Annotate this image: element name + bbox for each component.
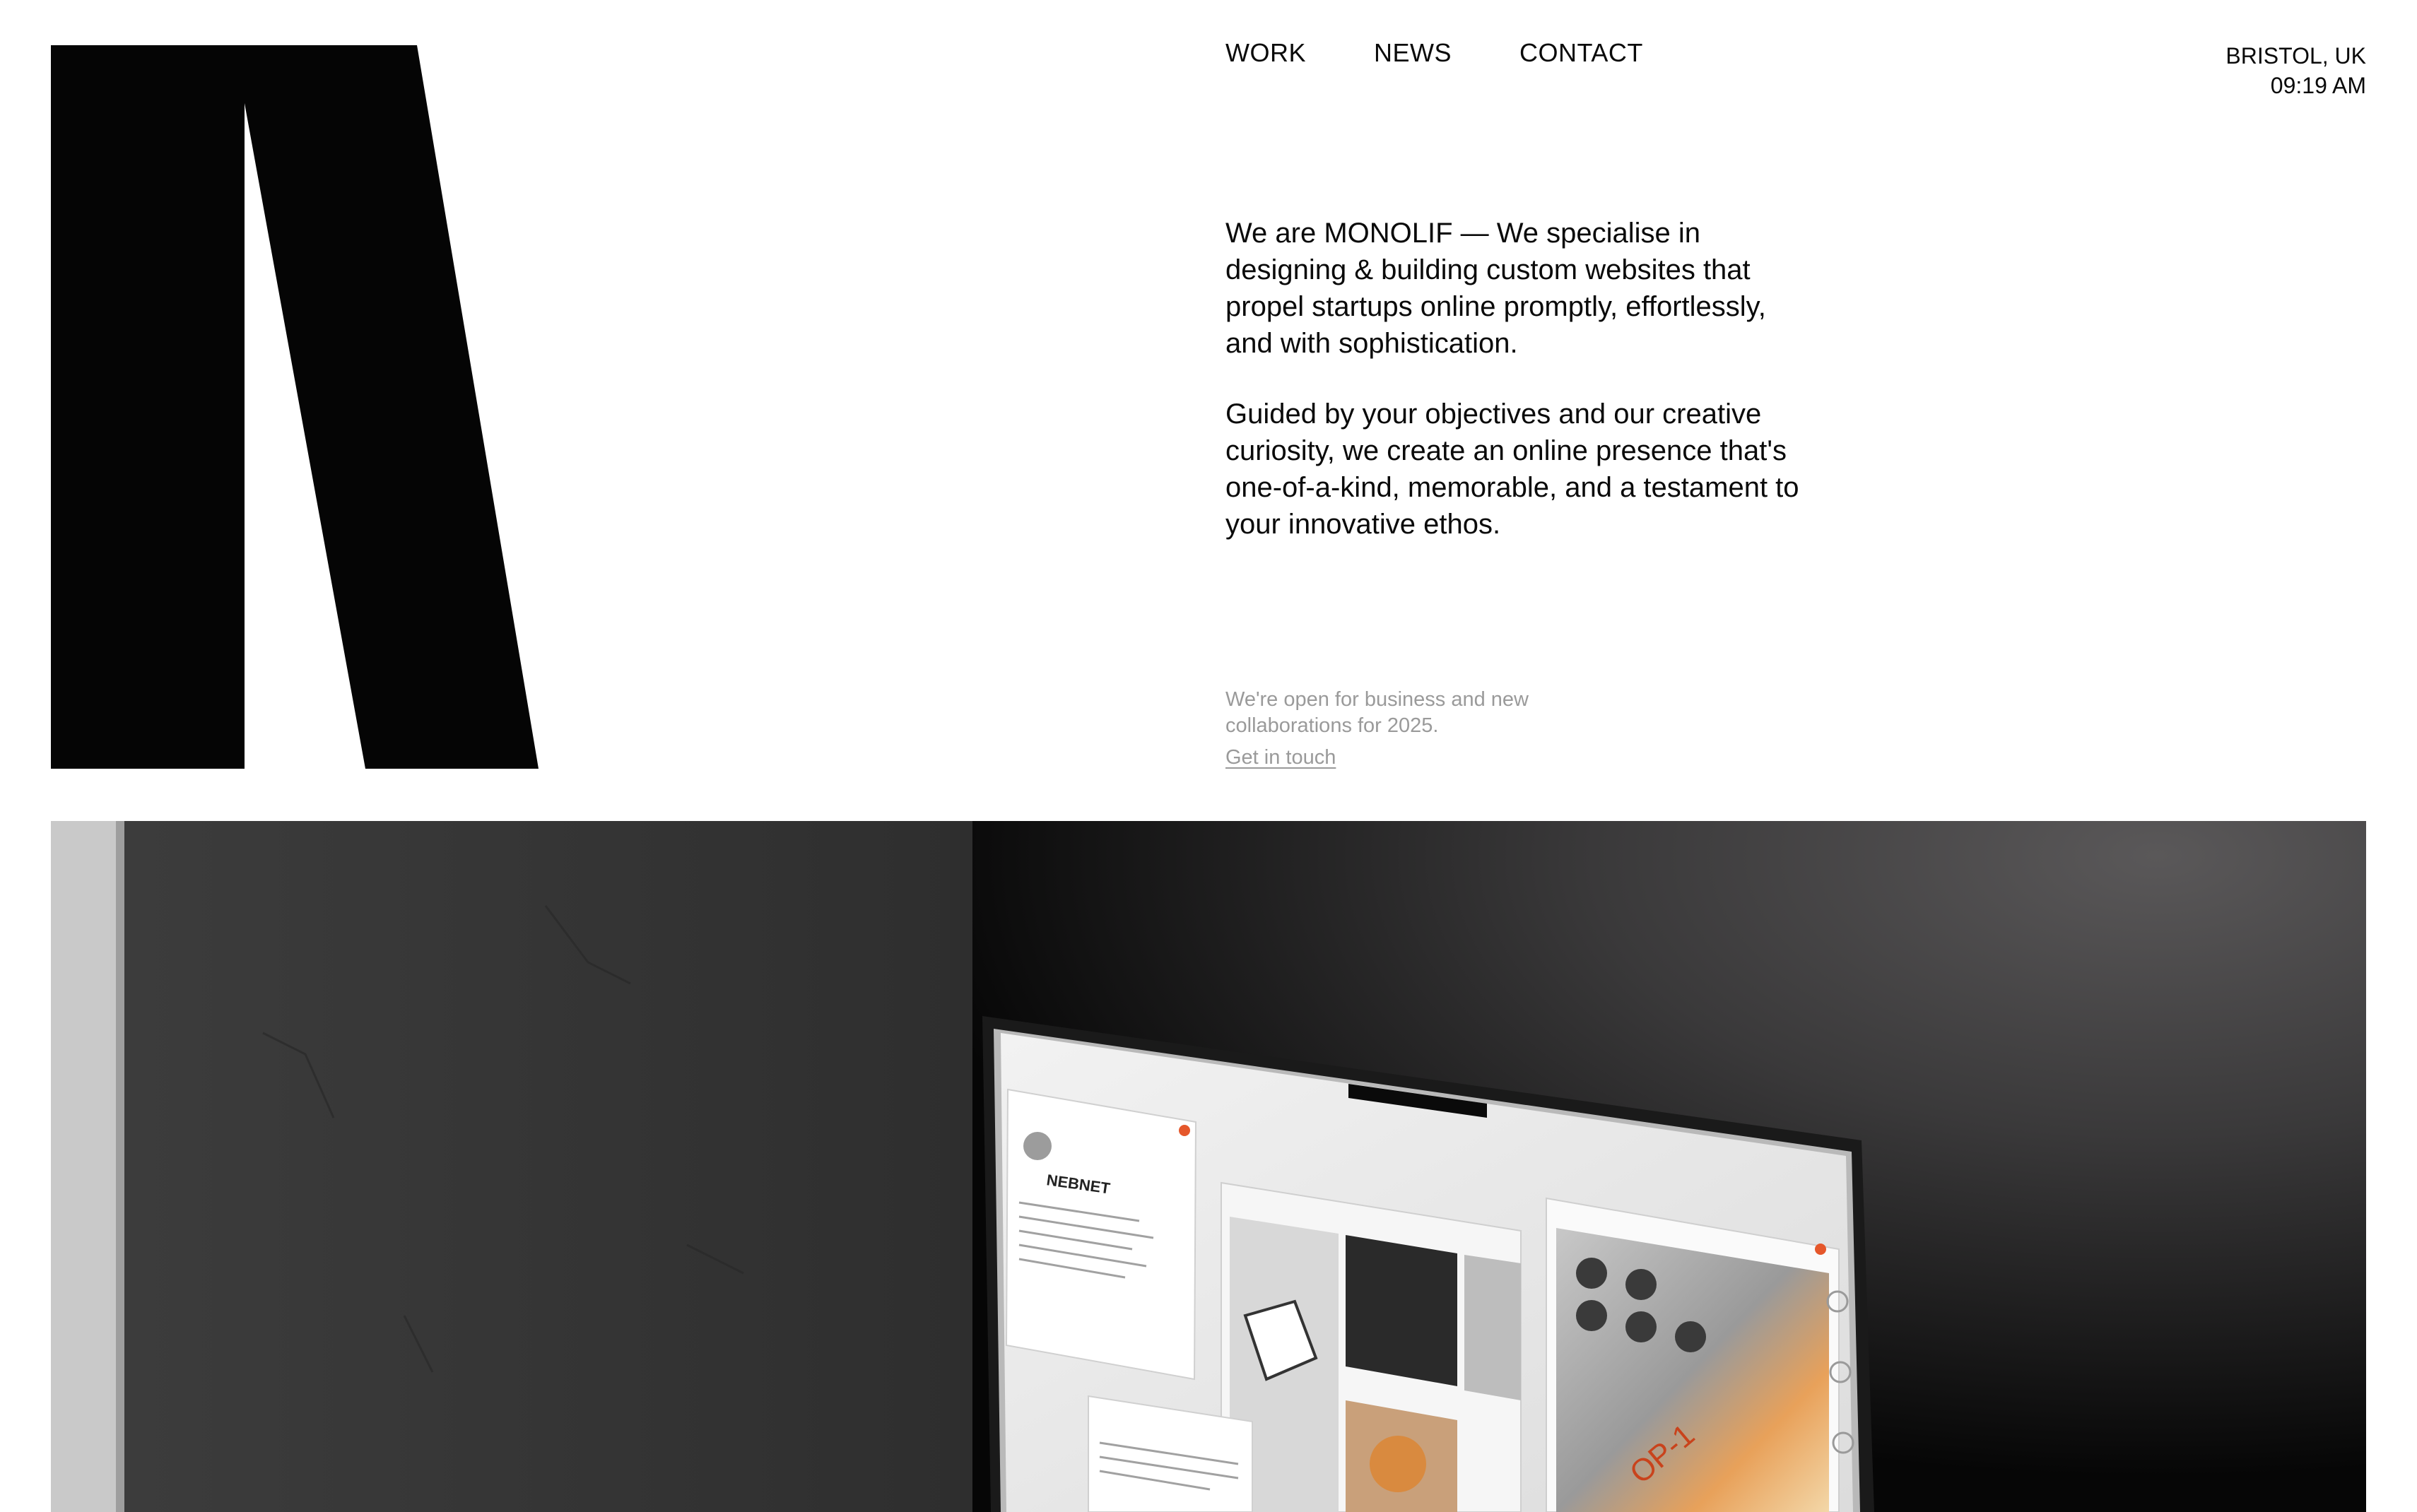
nav-item-news[interactable]: NEWS [1374,38,1452,68]
availability-note: We're open for business and new collabor… [1225,688,1529,737]
intro-paragraph-2: Guided by your objectives and our creati… [1225,398,1799,540]
nav-item-contact[interactable]: CONTACT [1519,38,1643,68]
location-clock: BRISTOL, UK 09:19 AM [2225,41,2366,100]
intro-paragraph-1: We are MONOLIF — We specialise in design… [1225,218,1766,359]
local-time: 09:19 AM [2270,73,2366,98]
hero-image: NEBNET OP-1 [51,821,2366,1512]
intro-section: We are MONOLIF — We specialise in design… [1225,215,1805,577]
get-in-touch-link[interactable]: Get in touch [1225,745,1336,771]
main-nav: WORK NEWS CONTACT [1225,38,1643,68]
availability-block: We're open for business and new collabor… [1225,687,1593,771]
nav-item-work[interactable]: WORK [1225,38,1306,68]
location-label: BRISTOL, UK [2225,43,2366,69]
monolif-logo-icon[interactable] [51,45,539,769]
laptop-showcase-photo: NEBNET OP-1 [51,821,2366,1512]
